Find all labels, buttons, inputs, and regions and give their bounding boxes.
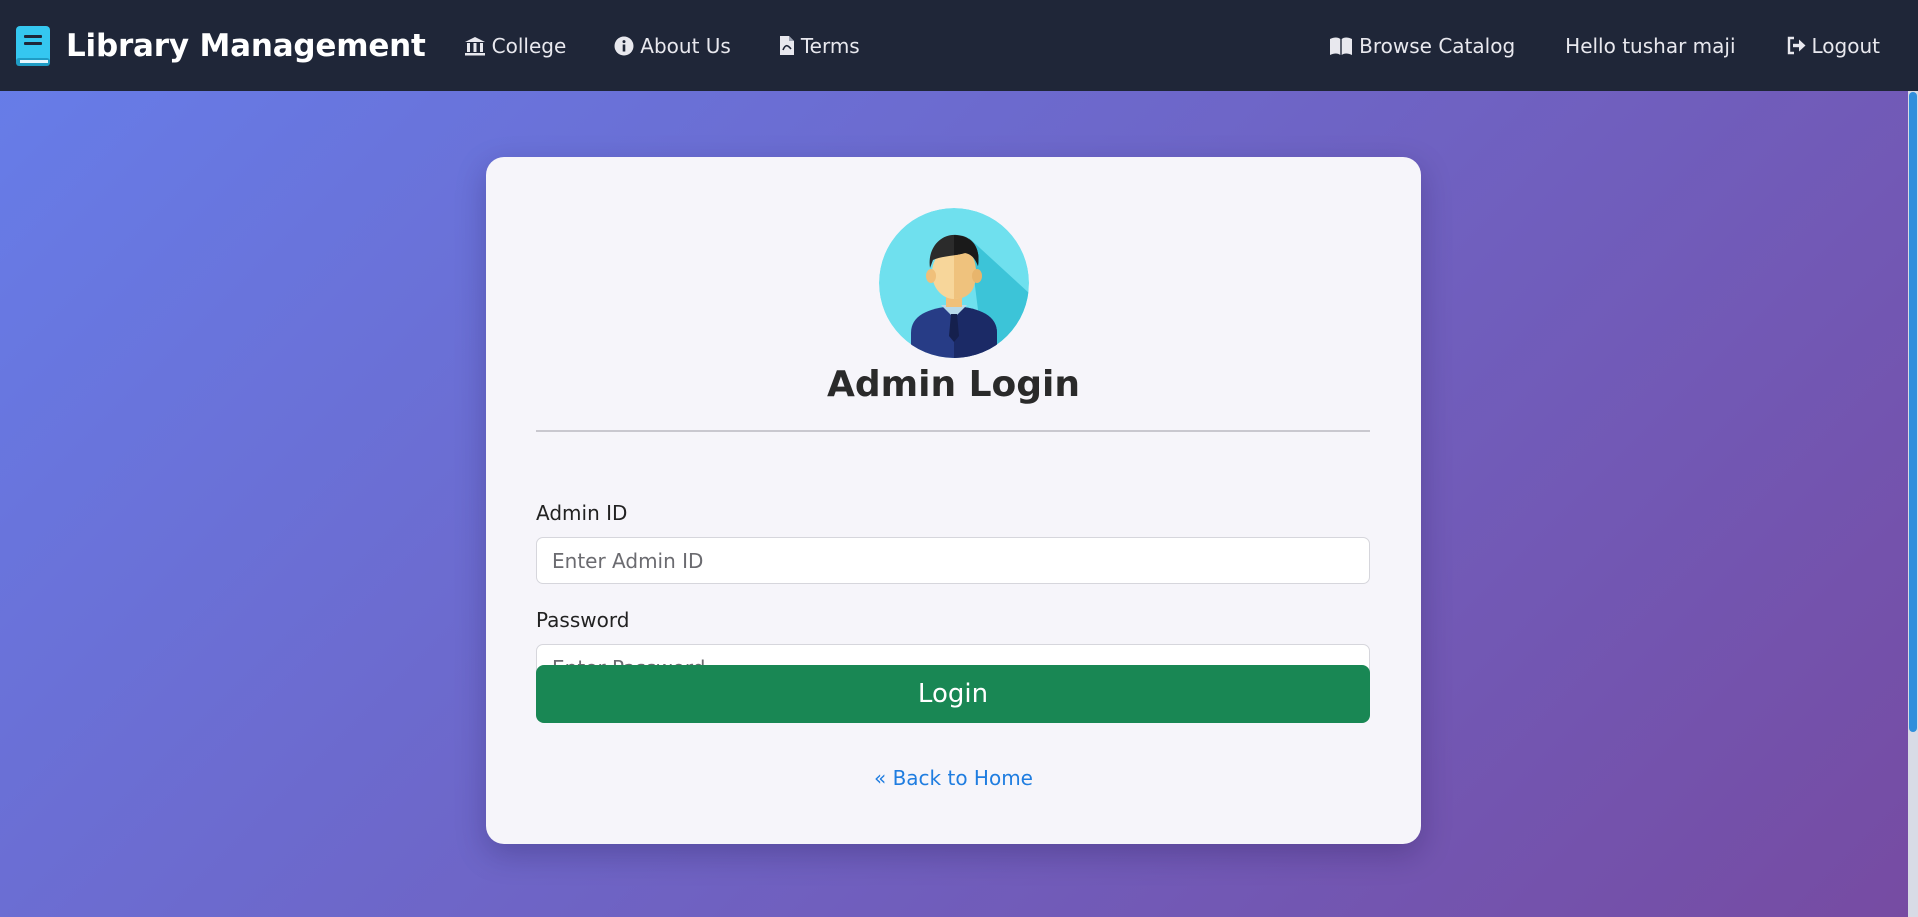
institution-icon <box>464 36 485 55</box>
nav-user-greeting[interactable]: Hello tushar maji <box>1565 34 1735 58</box>
nav-logout-label: Logout <box>1811 33 1880 58</box>
top-navbar: Library Management College About Us Term… <box>0 0 1918 91</box>
nav-terms-label: Terms <box>800 33 860 58</box>
book-icon <box>16 25 50 66</box>
login-card: Admin Login Admin ID Password Login « Ba… <box>486 157 1421 844</box>
nav-logout[interactable]: Logout <box>1786 34 1880 58</box>
brand[interactable]: Library Management <box>14 24 426 68</box>
user-greeting-label: Hello tushar maji <box>1565 33 1736 58</box>
nav-college-label: College <box>491 33 567 58</box>
nav-browse-catalog[interactable]: Browse Catalog <box>1329 34 1515 58</box>
open-book-icon <box>1330 37 1353 55</box>
info-circle-icon <box>614 36 634 55</box>
nav-browse-catalog-label: Browse Catalog <box>1359 33 1516 58</box>
admin-id-input[interactable] <box>536 537 1370 584</box>
nav-about-us-label: About Us <box>640 33 731 58</box>
page-title: Admin Login <box>826 364 1081 405</box>
admin-avatar-icon <box>879 208 1029 358</box>
brand-title: Library Management <box>66 27 426 64</box>
title-divider <box>536 430 1370 432</box>
nav-college[interactable]: College <box>464 33 567 58</box>
nav-about-us[interactable]: About Us <box>614 34 731 58</box>
admin-id-label: Admin ID <box>536 501 628 525</box>
file-pdf-icon <box>779 36 794 55</box>
login-button[interactable]: Login <box>536 665 1370 723</box>
back-to-home-link[interactable]: « Back to Home <box>486 766 1421 790</box>
scrollbar-thumb[interactable] <box>1909 92 1917 732</box>
password-label: Password <box>536 608 630 632</box>
sign-out-icon <box>1787 36 1806 55</box>
nav-terms[interactable]: Terms <box>779 34 860 58</box>
